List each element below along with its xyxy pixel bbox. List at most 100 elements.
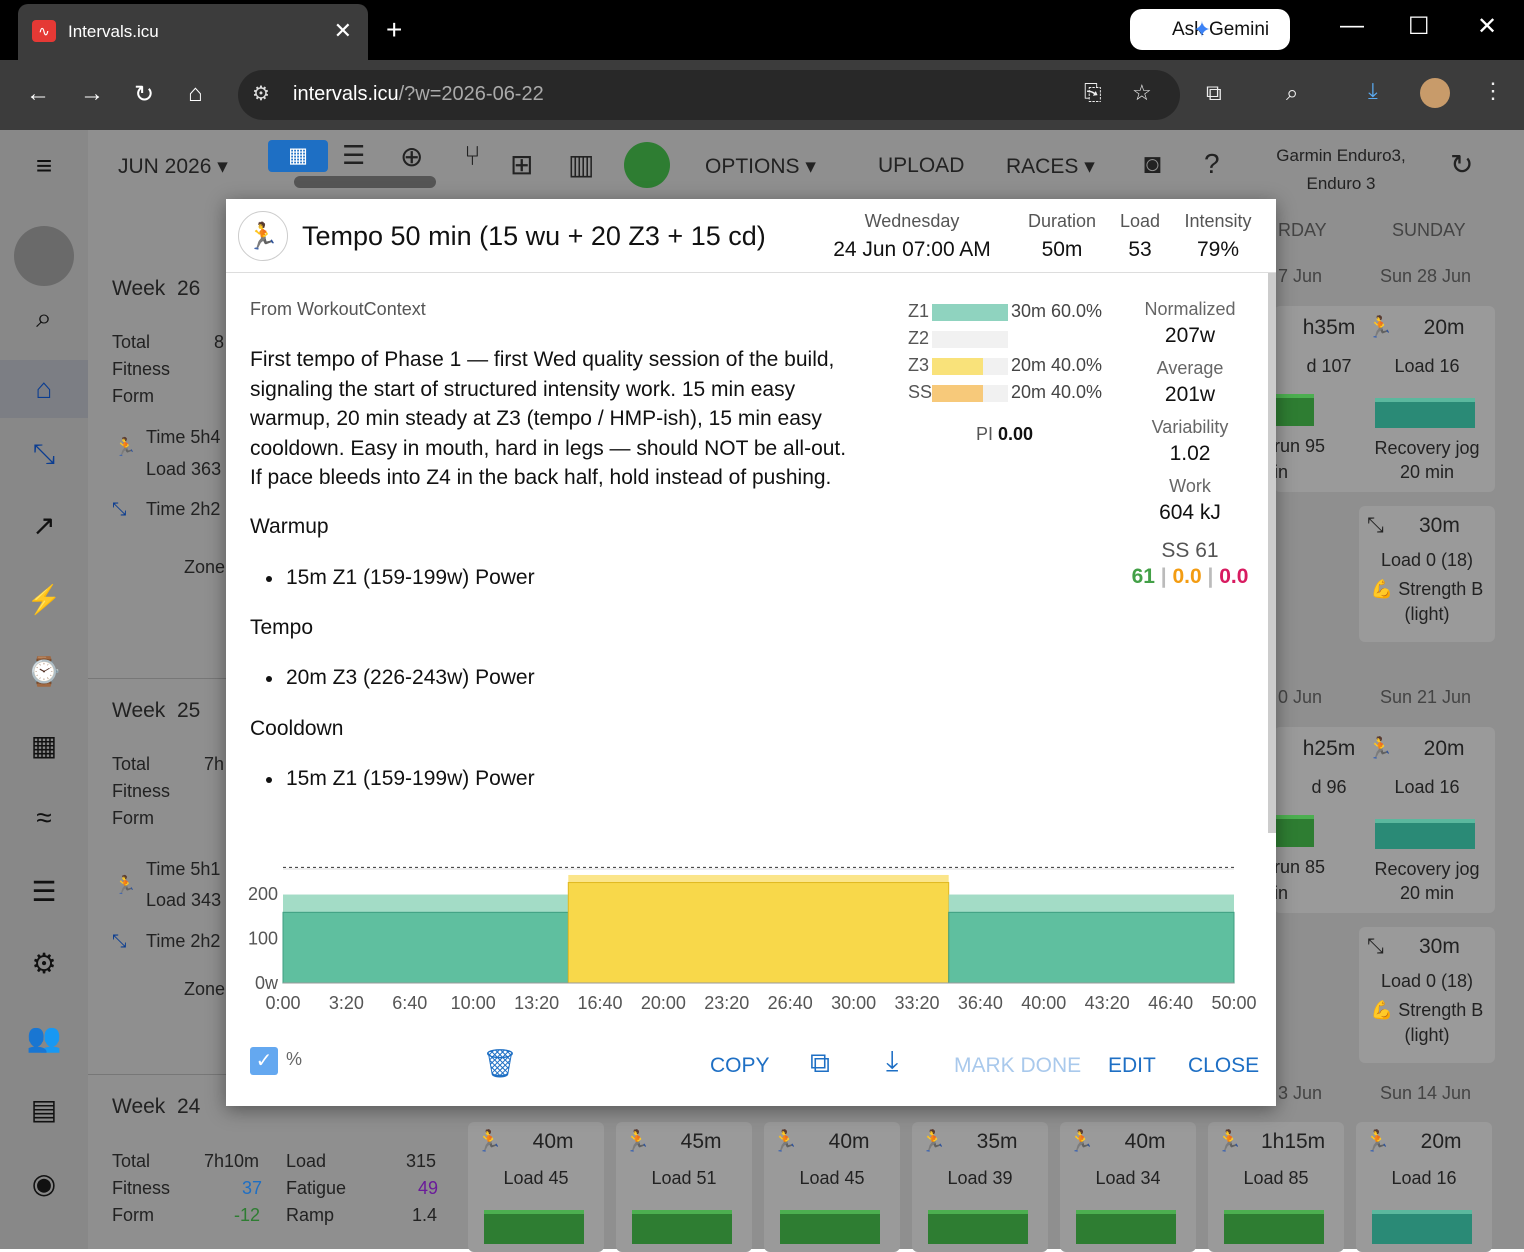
zone-bar-fill [932, 358, 983, 375]
site-settings-icon[interactable]: ⚙ [252, 81, 270, 106]
chart-step-bar [567, 882, 950, 984]
ss-green: 61 [1131, 565, 1155, 588]
stat-label: Average [1156, 358, 1224, 378]
step-tempo: 20m Z3 (226-243w) Power [266, 666, 535, 689]
load-stat: Load 53 [1114, 211, 1166, 262]
workout-dialog: 🏃 Tempo 50 min (15 wu + 20 Z3 + 15 cd) W… [226, 199, 1276, 1106]
load-value: 53 [1128, 238, 1152, 261]
stat-value: 604 kJ [1159, 501, 1221, 524]
percent-label: % [286, 1049, 303, 1069]
x-tick-label: 3:20 [329, 993, 364, 1013]
install-app-icon[interactable]: ⎘ [1084, 80, 1102, 106]
mark-done-button[interactable]: MARK DONE [954, 1054, 1081, 1078]
reload-icon[interactable]: ↻ [134, 80, 154, 109]
stat-value: 201w [1164, 383, 1216, 406]
zone-label: Z1 [908, 301, 930, 321]
bookmark-star-icon[interactable]: ☆ [1132, 80, 1152, 106]
extensions-icon[interactable]: ⧉ [1206, 80, 1222, 106]
intervals-favicon-icon: ∿ [32, 20, 56, 42]
browser-menu-icon[interactable]: ⋮ [1482, 78, 1504, 104]
zone-label: Z2 [908, 328, 930, 348]
stat-label: Variability [1151, 417, 1229, 437]
x-tick-label: 43:20 [1085, 993, 1130, 1013]
x-tick-label: 40:00 [1021, 993, 1066, 1013]
window-close-icon[interactable]: ✕ [1477, 12, 1497, 41]
chart-range-band [948, 894, 1234, 913]
x-tick-label: 33:20 [894, 993, 939, 1013]
dialog-header: 🏃 Tempo 50 min (15 wu + 20 Z3 + 15 cd) W… [226, 199, 1276, 273]
section-tempo: Tempo [250, 616, 314, 639]
x-tick-label: 16:40 [577, 993, 622, 1013]
browser-tab[interactable]: ∿ Intervals.icu ✕ [18, 4, 368, 60]
chart-range-band [568, 874, 949, 883]
percent-checkbox[interactable]: ✓ [250, 1047, 278, 1075]
section-warmup: Warmup [250, 515, 329, 538]
zone-bar-fill [932, 385, 983, 402]
chart-step-bar [948, 911, 1235, 984]
step-cooldown: 15m Z1 (159-199w) Power [266, 767, 535, 790]
step-warmup: 15m Z1 (159-199w) Power [266, 566, 535, 589]
section-cooldown: Cooldown [250, 717, 344, 740]
power-chart-svg: 200 100 0w0:00 3:20 6:40 10:00 13:20 16:40 20:00… [248, 866, 1257, 1013]
stat-label: Normalized [1144, 299, 1236, 319]
ss-breakdown: 61 | 0.0 | 0.0 [1131, 565, 1249, 588]
pi-stat: PI 0.00 [976, 424, 1033, 445]
omnibox[interactable]: ⚙ intervals.icu/?w=2026-06-22 ⎘ ☆ [238, 70, 1180, 120]
duration-stat: Duration 50m [1024, 211, 1100, 262]
y-tick-label: 100 [248, 929, 278, 949]
close-button[interactable]: CLOSE [1188, 1054, 1259, 1078]
stat-value: 207w [1164, 324, 1216, 347]
maximize-icon[interactable]: ☐ [1408, 12, 1430, 41]
new-tab-button[interactable]: + [386, 14, 402, 46]
load-label: Load [1119, 211, 1161, 231]
pi-value: 0.00 [998, 424, 1034, 444]
chart-range-band [283, 894, 569, 913]
stat-label: Work [1169, 476, 1211, 496]
y-tick-label: 200 [248, 884, 278, 904]
zone-value: 30m 60.0% [1011, 301, 1103, 321]
y-tick-label: 0w [255, 973, 279, 993]
dialog-footer: ✓ % 🗑 COPY ⧉ ⤓ MARK DONE EDIT CLOSE [226, 1037, 1276, 1097]
x-tick-label: 46:40 [1148, 993, 1193, 1013]
zone-bar-fill [932, 304, 1008, 321]
url-text: intervals.icu/?w=2026-06-22 [293, 83, 544, 105]
browser-tab-bar: ∿ Intervals.icu ✕ + ✦ Ask Gemini — ☐ ✕ [0, 0, 1524, 60]
x-tick-label: 50:00 [1211, 993, 1256, 1013]
intensity-stat: Intensity 79% [1178, 211, 1258, 262]
x-tick-label: 10:00 [451, 993, 496, 1013]
tab-search-icon[interactable]: ⌕ [1286, 80, 1298, 106]
pi-label: PI [976, 424, 994, 444]
zone-label: Z3 [908, 355, 930, 375]
copy-button[interactable]: COPY [710, 1054, 770, 1078]
workout-title: Tempo 50 min (15 wu + 20 Z3 + 15 cd) [302, 221, 766, 251]
forward-icon[interactable]: → [80, 80, 104, 108]
ask-gemini-button[interactable]: ✦ Ask Gemini [1130, 9, 1290, 50]
power-stat: Normalized 207w [1130, 299, 1250, 348]
tab-title: Intervals.icu [68, 22, 159, 41]
intensity-label: Intensity [1184, 211, 1252, 231]
edit-button[interactable]: EDIT [1108, 1054, 1156, 1078]
home-icon[interactable]: ⌂ [188, 80, 203, 108]
dialog-scrollbar[interactable] [1268, 273, 1276, 833]
stat-value: 1.02 [1169, 442, 1211, 465]
zone-value: 20m 40.0% [1011, 355, 1103, 375]
x-tick-label: 13:20 [514, 993, 559, 1013]
delete-icon[interactable]: 🗑 [482, 1047, 518, 1080]
tab-close-icon[interactable]: ✕ [334, 18, 352, 44]
x-tick-label: 20:00 [641, 993, 686, 1013]
gemini-sparkle-icon: ✦ [1192, 17, 1212, 42]
download-icon[interactable]: ⤓ [1368, 78, 1378, 104]
run-icon: 🏃 [238, 211, 288, 261]
duration-value: 50m [1041, 238, 1083, 261]
zone-bar-track [932, 331, 1008, 348]
chart-step-bar [282, 911, 569, 984]
download-icon[interactable]: ⤓ [886, 1045, 898, 1078]
ss-label: SS 61 [1161, 539, 1219, 562]
x-tick-label: 36:40 [958, 993, 1003, 1013]
browser-address-bar: ← → ↻ ⌂ ⚙ intervals.icu/?w=2026-06-22 ⎘ … [0, 60, 1524, 130]
back-icon[interactable]: ← [26, 80, 50, 108]
minimize-icon[interactable]: — [1340, 12, 1364, 40]
x-tick-label: 0:00 [265, 993, 300, 1013]
duplicate-icon[interactable]: ⧉ [810, 1047, 830, 1080]
profile-avatar[interactable] [1420, 78, 1450, 108]
